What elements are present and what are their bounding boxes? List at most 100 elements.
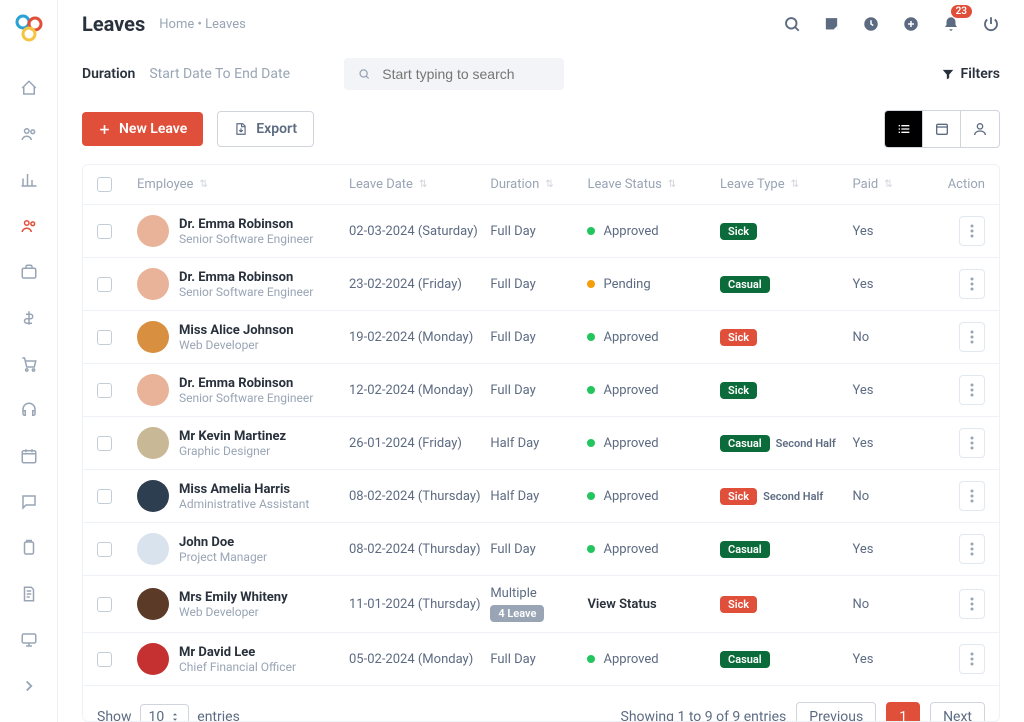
view-toggle xyxy=(884,110,1000,148)
paid-cell: Yes xyxy=(853,224,915,239)
export-button[interactable]: Export xyxy=(217,111,314,147)
add-icon[interactable] xyxy=(902,15,920,33)
col-duration[interactable]: Duration⇅ xyxy=(490,177,587,192)
employee-cell[interactable]: Mr Kevin MartinezGraphic Designer xyxy=(137,427,349,459)
employee-cell[interactable]: Miss Amelia HarrisAdministrative Assista… xyxy=(137,480,349,512)
nav-support[interactable] xyxy=(9,390,49,430)
new-leave-button[interactable]: New Leave xyxy=(82,112,203,146)
nav-clipboard[interactable] xyxy=(9,528,49,568)
date-cell: 26-01-2024 (Friday) xyxy=(349,436,490,451)
employee-cell[interactable]: Miss Alice JohnsonWeb Developer xyxy=(137,321,349,353)
nav-reports[interactable] xyxy=(9,160,49,200)
col-employee[interactable]: Employee⇅ xyxy=(137,177,349,192)
employee-cell[interactable]: Dr. Emma RobinsonSenior Software Enginee… xyxy=(137,374,349,406)
nav-hr[interactable] xyxy=(9,206,49,246)
search-icon[interactable] xyxy=(783,15,801,33)
paid-cell: No xyxy=(853,597,915,612)
row-checkbox[interactable] xyxy=(97,597,112,612)
row-checkbox[interactable] xyxy=(97,224,112,239)
row-actions-button[interactable] xyxy=(959,481,985,511)
col-date[interactable]: Leave Date⇅ xyxy=(349,177,490,192)
duration-cell: Multiple4 Leave xyxy=(490,586,587,622)
page-1-button[interactable]: 1 xyxy=(886,702,920,722)
employee-cell[interactable]: John DoeProject Manager xyxy=(137,533,349,565)
row-checkbox[interactable] xyxy=(97,436,112,451)
row-actions-button[interactable] xyxy=(959,375,985,405)
power-icon[interactable] xyxy=(982,15,1000,33)
page-size-select[interactable]: 10 xyxy=(140,704,190,722)
duration-cell: Half Day xyxy=(490,489,587,504)
col-type[interactable]: Leave Type⇅ xyxy=(720,177,853,192)
view-person[interactable] xyxy=(961,111,999,147)
row-actions-button[interactable] xyxy=(959,322,985,352)
col-paid[interactable]: Paid⇅ xyxy=(853,177,915,192)
nav-orders[interactable] xyxy=(9,344,49,384)
nav-work[interactable] xyxy=(9,252,49,292)
row-actions-button[interactable] xyxy=(959,269,985,299)
duration-cell: Full Day xyxy=(490,383,587,398)
view-list[interactable] xyxy=(885,111,923,147)
status-cell: Approved xyxy=(587,542,720,557)
bell-icon[interactable]: 23 xyxy=(942,15,960,33)
status-cell: Approved xyxy=(587,489,720,504)
topbar: Leaves Home • Leaves 23 xyxy=(58,0,1024,48)
status-cell[interactable]: View Status xyxy=(587,597,720,612)
row-checkbox[interactable] xyxy=(97,330,112,345)
breadcrumb-current: Leaves xyxy=(205,17,246,32)
nav-expand[interactable] xyxy=(9,666,49,706)
plus-icon xyxy=(98,123,111,136)
search-input[interactable] xyxy=(382,66,550,82)
paid-cell: Yes xyxy=(853,436,915,451)
type-cell: Sick xyxy=(720,382,853,399)
nav-desktop[interactable] xyxy=(9,620,49,660)
row-actions-button[interactable] xyxy=(959,534,985,564)
employee-cell[interactable]: Mr David LeeChief Financial Officer xyxy=(137,643,349,675)
breadcrumb-home[interactable]: Home xyxy=(159,17,194,32)
filter-toolbar: Duration Start Date To End Date Filters xyxy=(58,48,1024,100)
duration-cell: Full Day xyxy=(490,277,587,292)
paid-cell: Yes xyxy=(853,277,915,292)
row-actions-button[interactable] xyxy=(959,589,985,619)
clock-icon[interactable] xyxy=(862,15,880,33)
select-all-checkbox[interactable] xyxy=(97,177,112,192)
next-button[interactable]: Next xyxy=(930,702,985,722)
employee-cell[interactable]: Dr. Emma RobinsonSenior Software Enginee… xyxy=(137,215,349,247)
view-calendar[interactable] xyxy=(923,111,961,147)
row-checkbox[interactable] xyxy=(97,489,112,504)
nav-finance[interactable] xyxy=(9,298,49,338)
notes-icon[interactable] xyxy=(823,16,840,33)
avatar xyxy=(137,374,169,406)
date-cell: 05-02-2024 (Monday) xyxy=(349,652,490,667)
search-box[interactable] xyxy=(344,58,564,90)
row-actions-button[interactable] xyxy=(959,644,985,674)
nav-team[interactable] xyxy=(9,114,49,154)
nav-docs[interactable] xyxy=(9,574,49,614)
row-checkbox[interactable] xyxy=(97,277,112,292)
employee-cell[interactable]: Dr. Emma RobinsonSenior Software Enginee… xyxy=(137,268,349,300)
row-checkbox[interactable] xyxy=(97,652,112,667)
date-cell: 19-02-2024 (Monday) xyxy=(349,330,490,345)
col-status[interactable]: Leave Status⇅ xyxy=(587,177,720,192)
prev-button[interactable]: Previous xyxy=(796,702,876,722)
row-checkbox[interactable] xyxy=(97,383,112,398)
col-action: Action xyxy=(914,177,985,192)
date-cell: 12-02-2024 (Monday) xyxy=(349,383,490,398)
row-checkbox[interactable] xyxy=(97,542,112,557)
notif-badge: 23 xyxy=(951,5,972,18)
filters-button[interactable]: Filters xyxy=(941,66,1000,82)
table-header: Employee⇅ Leave Date⇅ Duration⇅ Leave St… xyxy=(83,165,999,205)
nav-messages[interactable] xyxy=(9,482,49,522)
avatar xyxy=(137,215,169,247)
date-cell: 08-02-2024 (Thursday) xyxy=(349,489,490,504)
status-cell: Approved xyxy=(587,436,720,451)
page-title: Leaves xyxy=(82,12,145,36)
nav-home[interactable] xyxy=(9,68,49,108)
nav-calendar[interactable] xyxy=(9,436,49,476)
row-actions-button[interactable] xyxy=(959,428,985,458)
employee-cell[interactable]: Mrs Emily WhitenyWeb Developer xyxy=(137,588,349,620)
row-actions-button[interactable] xyxy=(959,216,985,246)
duration-value[interactable]: Start Date To End Date xyxy=(149,66,290,82)
status-cell: Pending xyxy=(587,277,720,292)
table-row: Miss Amelia HarrisAdministrative Assista… xyxy=(83,470,999,523)
export-icon xyxy=(234,122,248,136)
